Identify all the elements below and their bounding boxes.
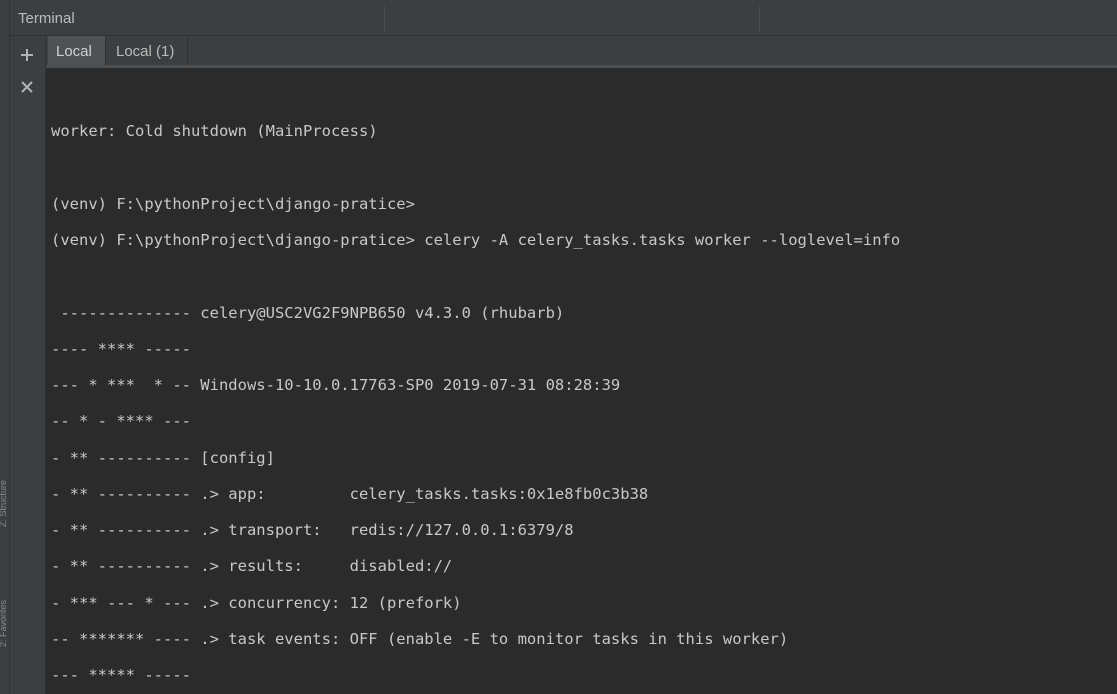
header-divider [384, 6, 385, 32]
close-icon-glyph [21, 81, 33, 93]
tab-local[interactable]: Local [48, 36, 106, 65]
terminal-line: -------------- celery@USC2VG2F9NPB650 v4… [51, 304, 565, 322]
tab-local-1[interactable]: Local (1) [108, 36, 188, 65]
terminal-output[interactable]: worker: Cold shutdown (MainProcess) (ven… [46, 68, 1117, 694]
favorites-panel-label[interactable]: 2: Favorites [0, 600, 10, 647]
terminal-line: - *** --- * --- .> concurrency: 12 (pref… [51, 594, 462, 612]
terminal-line: - ** ---------- .> transport: redis://12… [51, 521, 574, 539]
structure-panel-label[interactable]: Z: Structure [0, 480, 10, 527]
left-tool-strip: Z: Structure 2: Favorites [0, 0, 10, 694]
terminal-line: - ** ---------- [config] [51, 449, 275, 467]
terminal-line: worker: Cold shutdown (MainProcess) [51, 122, 378, 140]
plus-icon-glyph [21, 49, 33, 61]
tool-window-title: Terminal [18, 10, 75, 27]
terminal-line: - ** ---------- .> app: celery_tasks.tas… [51, 485, 649, 503]
plus-icon[interactable] [14, 42, 40, 68]
tool-window-header: Terminal [10, 0, 1117, 36]
terminal-line: --- * *** * -- Windows-10-10.0.17763-SP0… [51, 376, 621, 394]
terminal-line: (venv) F:\pythonProject\django-pratice> [51, 195, 415, 213]
terminal-line: --- ***** ----- [51, 666, 191, 684]
terminal-toolbar [10, 36, 46, 694]
tab-label: Local [56, 43, 92, 60]
terminal-line: (venv) F:\pythonProject\django-pratice> … [51, 231, 901, 249]
terminal-line: -- * - **** --- [51, 412, 191, 430]
terminal-tab-bar: Local Local (1) [46, 36, 1117, 68]
close-icon[interactable] [14, 74, 40, 100]
terminal-line: - ** ---------- .> results: disabled:// [51, 557, 453, 575]
terminal-line: ---- **** ----- [51, 340, 191, 358]
header-divider [759, 6, 760, 32]
tab-label: Local (1) [116, 43, 175, 60]
terminal-line: -- ******* ---- .> task events: OFF (ena… [51, 630, 789, 648]
